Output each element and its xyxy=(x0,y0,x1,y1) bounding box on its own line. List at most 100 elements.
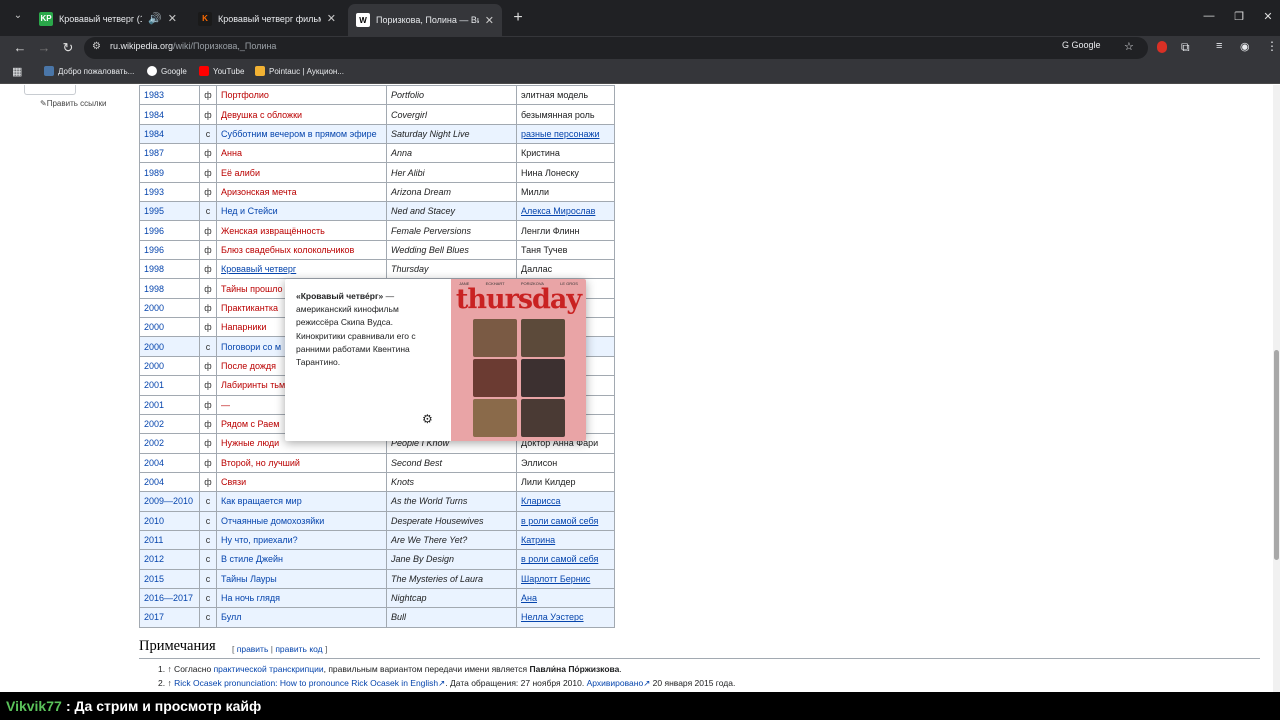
transcription-link[interactable]: практической транскрипции xyxy=(214,664,324,674)
close-window-icon[interactable]: ✕ xyxy=(1258,10,1278,23)
year-cell[interactable]: 1995 xyxy=(139,201,200,222)
new-tab-button[interactable]: + xyxy=(509,9,527,27)
tab-list-chevron-icon[interactable]: ⌄ xyxy=(10,10,26,26)
edit-links-link[interactable]: ✎Править ссылки xyxy=(40,99,107,108)
poster-image[interactable]: JANE ECKHART PORIZKOVA LE GROS thursday xyxy=(451,279,586,441)
close-tab-icon[interactable]: ✕ xyxy=(327,12,336,25)
russian-title-link[interactable]: Аризонская мечта xyxy=(216,181,387,203)
year-cell[interactable]: 2015 xyxy=(139,568,200,589)
year-cell[interactable]: 1989 xyxy=(139,162,200,183)
bookmark-google[interactable]: Google xyxy=(147,66,187,76)
russian-title-link[interactable]: Нед и Стейси xyxy=(216,201,387,222)
russian-title-link[interactable]: Анна xyxy=(216,143,387,164)
russian-title-link[interactable]: Портфолио xyxy=(216,85,387,106)
role-cell[interactable]: Нелла Уэстерс xyxy=(516,607,615,628)
close-tab-icon[interactable]: ✕ xyxy=(168,12,177,25)
table-row: 2004 ф Связи Knots Лили Килдер xyxy=(139,471,615,493)
restore-icon[interactable]: ❐ xyxy=(1229,10,1249,23)
year-cell[interactable]: 1984 xyxy=(139,123,200,145)
extension-red-icon[interactable] xyxy=(1157,41,1167,53)
address-bar[interactable]: ⚙ ru.wikipedia.org/wiki/Поризкова,_Полин… xyxy=(84,37,1148,59)
russian-title-link[interactable]: Отчаянные домохозяйки xyxy=(216,510,387,531)
russian-title-link[interactable]: Второй, но лучший xyxy=(216,452,387,473)
role-cell[interactable]: разные персонажи xyxy=(516,123,615,145)
year-cell[interactable]: 1984 xyxy=(139,104,200,125)
tab-kinopoisk[interactable]: KP Кровавый четверг (1998) с 🔊 ✕ xyxy=(31,6,185,31)
year-cell[interactable]: 2001 xyxy=(139,375,200,396)
extensions-puzzle-icon[interactable]: ⧉ xyxy=(1181,40,1190,55)
bookmark-youtube[interactable]: YouTube xyxy=(199,66,244,76)
edit-source-link[interactable]: править код xyxy=(275,644,322,654)
forward-arrow-icon[interactable]: → xyxy=(36,40,52,56)
url-text[interactable]: ru.wikipedia.org/wiki/Поризкова,_Полина xyxy=(110,41,276,51)
year-cell[interactable]: 1987 xyxy=(139,143,200,164)
year-cell[interactable]: 2000 xyxy=(139,336,200,357)
year-cell[interactable]: 2011 xyxy=(139,529,200,551)
reload-icon[interactable]: ↻ xyxy=(60,40,76,56)
site-info-icon[interactable]: ⚙ xyxy=(92,41,101,52)
year-cell[interactable]: 2009—2010 xyxy=(139,491,200,512)
russian-title-link[interactable]: Ну что, приехали? xyxy=(216,529,387,551)
role-cell[interactable]: в роли самой себя xyxy=(516,549,615,570)
year-cell[interactable]: 1998 xyxy=(139,278,200,299)
menu-dots-icon[interactable]: ⋮ xyxy=(1266,39,1278,53)
role-cell[interactable]: Катрина xyxy=(516,529,615,551)
russian-title-link[interactable]: В стиле Джейн xyxy=(216,549,387,570)
minimize-icon[interactable]: — xyxy=(1199,10,1219,22)
russian-title-link[interactable]: Её алиби xyxy=(216,162,387,183)
tab-wikipedia[interactable]: W Поризкова, Полина — Википе ✕ xyxy=(348,4,502,36)
year-cell[interactable]: 2017 xyxy=(139,607,200,628)
russian-title-link[interactable]: Кровавый четверг xyxy=(216,259,387,280)
scrollbar[interactable] xyxy=(1273,85,1280,692)
edit-section-link[interactable]: править xyxy=(237,644,269,654)
russian-title-link[interactable]: Блюз свадебных колокольчиков xyxy=(216,239,387,261)
year-cell[interactable]: 1983 xyxy=(139,85,200,106)
russian-title-link[interactable]: На ночь глядя xyxy=(216,587,387,609)
year-cell[interactable]: 2002 xyxy=(139,433,200,454)
bookmark-star-icon[interactable]: ☆ xyxy=(1124,40,1134,53)
year-cell[interactable]: 2016—2017 xyxy=(139,587,200,609)
search-engine-chip[interactable]: G Google xyxy=(1062,40,1101,50)
close-tab-icon[interactable]: ✕ xyxy=(485,14,494,27)
role-cell[interactable]: Ана xyxy=(516,587,615,609)
year-cell[interactable]: 2010 xyxy=(139,510,200,531)
back-arrow-icon[interactable]: ← xyxy=(12,40,28,56)
year-cell[interactable]: 2004 xyxy=(139,452,200,473)
russian-title-link[interactable]: Девушка с обложки xyxy=(216,104,387,125)
year-cell[interactable]: 2002 xyxy=(139,413,200,435)
russian-title-link[interactable]: Связи xyxy=(216,471,387,493)
year-cell[interactable]: 1996 xyxy=(139,220,200,241)
year-cell[interactable]: 2004 xyxy=(139,471,200,493)
role-cell[interactable]: Шарлотт Бернис xyxy=(516,568,615,589)
bookmark-vk[interactable]: Добро пожаловать... xyxy=(44,66,134,76)
russian-title-link[interactable]: Булл xyxy=(216,607,387,628)
pronunciation-link[interactable]: Rick Ocasek pronunciation: How to pronou… xyxy=(174,678,438,688)
note-2: 2. ↑ Rick Ocasek pronunciation: How to p… xyxy=(158,678,735,689)
bookmark-pointauc[interactable]: Pointauc | Аукцион... xyxy=(255,66,344,76)
role-cell[interactable]: Алекса Мирослав xyxy=(516,201,615,222)
role-cell[interactable]: Кларисса xyxy=(516,491,615,512)
russian-title-link[interactable]: Субботним вечером в прямом эфире xyxy=(216,123,387,145)
year-cell[interactable]: 1996 xyxy=(139,239,200,261)
russian-title-link[interactable]: Тайны Лауры xyxy=(216,568,387,589)
year-cell[interactable]: 2000 xyxy=(139,297,200,319)
year-cell[interactable]: 2000 xyxy=(139,355,200,377)
apps-grid-icon[interactable]: ▦ xyxy=(12,65,22,78)
profile-icon[interactable]: ◉ xyxy=(1240,40,1250,53)
gear-icon[interactable]: ⚙ xyxy=(422,412,433,426)
year-cell[interactable]: 2001 xyxy=(139,394,200,415)
russian-title-link[interactable]: Как вращается мир xyxy=(216,491,387,512)
year-cell[interactable]: 1993 xyxy=(139,181,200,203)
year-cell[interactable]: 2000 xyxy=(139,317,200,338)
archive-link[interactable]: Архивировано xyxy=(587,678,644,688)
tab-kinopoisk-2[interactable]: K Кровавый четверг фильм, 199 ✕ xyxy=(190,6,344,31)
role-cell[interactable]: в роли самой себя xyxy=(516,510,615,531)
russian-title-link[interactable]: Женская извращённость xyxy=(216,220,387,241)
year-cell[interactable]: 2012 xyxy=(139,549,200,570)
media-control-icon[interactable]: ≡ xyxy=(1216,40,1222,52)
speaker-icon[interactable]: 🔊 xyxy=(148,12,162,25)
link-preview-popup[interactable]: «Кровавый четве́рг» — американский киноф… xyxy=(285,279,586,441)
role-cell: элитная модель xyxy=(516,85,615,106)
year-cell[interactable]: 1998 xyxy=(139,259,200,280)
scrollbar-thumb[interactable] xyxy=(1274,350,1279,560)
